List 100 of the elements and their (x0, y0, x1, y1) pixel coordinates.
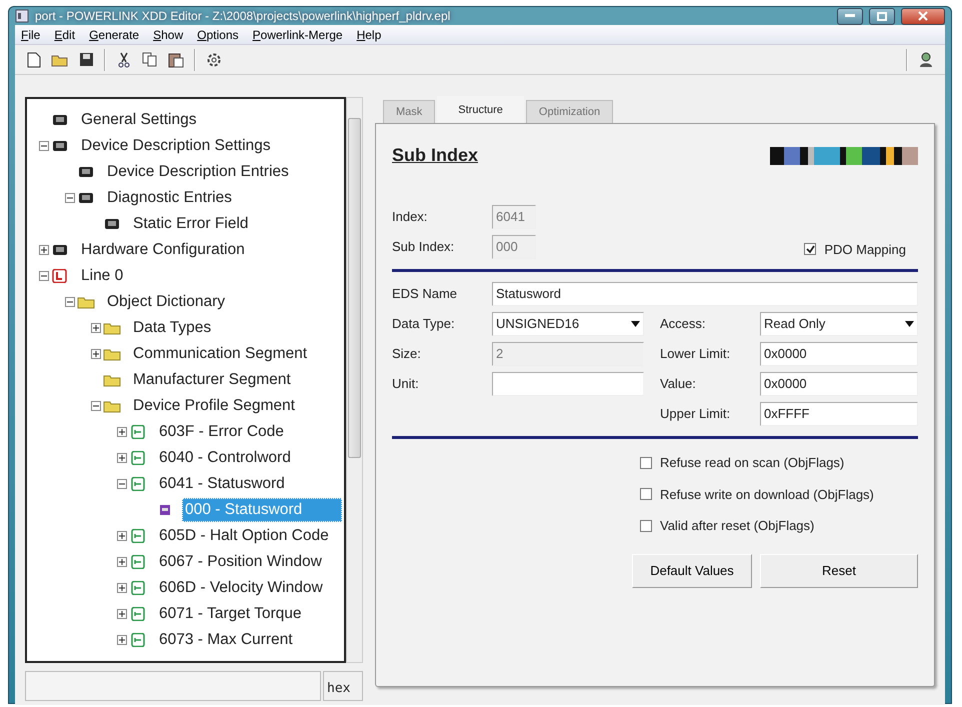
clipboard-icon (168, 52, 184, 68)
menu-item[interactable]: File (21, 26, 40, 43)
input-field[interactable] (492, 372, 644, 396)
dropdown[interactable]: Read Only (760, 312, 918, 336)
checkbox[interactable] (640, 456, 652, 469)
app-icon (15, 9, 29, 23)
object-icon (129, 477, 147, 491)
expander-icon[interactable] (91, 349, 101, 359)
object-icon (129, 607, 147, 621)
tree-item[interactable]: Device Description Settings (78, 134, 342, 158)
expander-icon[interactable] (117, 427, 127, 437)
window-title: port - POWERLINK XDD Editor - Z:\2008\projects\powerlink\highperf_pldrv.epl (35, 8, 452, 25)
tree-item[interactable]: 6040 - Controlword (156, 446, 342, 470)
expander-icon[interactable] (117, 531, 127, 541)
folder-icon (103, 321, 121, 335)
maximize-button[interactable] (869, 8, 895, 24)
folder-icon (103, 399, 121, 413)
menu-item[interactable]: Edit (54, 26, 76, 43)
checkbox[interactable] (640, 488, 652, 500)
field-label: Upper Limit: (660, 405, 732, 424)
input-field[interactable]: 0xFFFF (760, 402, 918, 426)
field-label: Access: (660, 315, 707, 334)
line-icon (51, 269, 69, 283)
checkbox-label: Refuse write on download (ObjFlags) (660, 486, 874, 504)
expander-icon[interactable] (65, 193, 75, 203)
device-icon (51, 139, 69, 153)
input-field[interactable]: 0x0000 (760, 372, 918, 396)
tree-item[interactable]: 6067 - Position Window (156, 550, 342, 574)
checkbox-label: Valid after reset (ObjFlags) (660, 517, 814, 535)
checkbox-label: Refuse read on scan (ObjFlags) (660, 454, 844, 472)
tree-item[interactable]: 6071 - Target Torque (156, 602, 342, 626)
expander-icon[interactable] (117, 583, 127, 593)
field-label: Index: (392, 208, 428, 226)
number-format-indicator: hex (323, 671, 363, 701)
field-label: Unit: (392, 375, 420, 394)
field-label: Value: (660, 375, 697, 394)
menu-item[interactable]: Help (356, 26, 382, 43)
tree-item[interactable]: 6073 - Max Current (156, 628, 342, 652)
scrollbar[interactable] (346, 97, 363, 663)
object-icon (129, 451, 147, 465)
section-heading: Sub Index (392, 144, 478, 167)
folder-icon (51, 52, 69, 66)
tree-item[interactable]: Static Error Field (130, 212, 342, 236)
checkbox[interactable] (640, 520, 652, 532)
expander-icon[interactable] (39, 271, 49, 281)
action-button[interactable]: Default Values (632, 554, 752, 588)
tree-item[interactable]: Device Description Entries (104, 160, 342, 184)
expander-icon[interactable] (91, 323, 101, 333)
tree-item[interactable]: Communication Segment (130, 342, 342, 366)
dropdown[interactable]: UNSIGNED16 (492, 312, 644, 336)
expander-icon[interactable] (117, 609, 127, 619)
field-label: Lower Limit: (660, 345, 732, 364)
menu-item[interactable]: Show (153, 26, 184, 43)
tab[interactable]: Structure (437, 96, 524, 123)
copy-icon (142, 52, 158, 67)
expander-icon[interactable] (117, 479, 127, 489)
scissors-icon (118, 52, 130, 68)
expander-icon[interactable] (117, 453, 127, 463)
tree-item[interactable]: Manufacturer Segment (130, 368, 342, 392)
object-icon (129, 581, 147, 595)
device-icon (103, 217, 121, 231)
tree-item[interactable]: 6041 - Statusword (156, 472, 342, 496)
tree-item[interactable]: Line 0 (78, 264, 342, 288)
tree-item[interactable]: 603F - Error Code (156, 420, 342, 444)
field-label: EDS Name (392, 285, 458, 304)
checkbox[interactable] (804, 243, 816, 256)
menu-item[interactable]: Powerlink-Merge (252, 26, 343, 43)
tree-item[interactable]: 605D - Halt Option Code (156, 524, 342, 548)
dropdown-arrow-icon (631, 321, 640, 327)
tree-item[interactable]: Hardware Configuration (78, 238, 342, 262)
minimize-icon (845, 14, 855, 18)
object-icon (129, 529, 147, 543)
tree-item[interactable]: Device Profile Segment (130, 394, 342, 418)
close-icon (918, 11, 928, 21)
input-field[interactable]: Statusword (492, 282, 918, 306)
input-field[interactable]: 0x0000 (760, 342, 918, 366)
tree-item[interactable]: 606D - Velocity Window (156, 576, 342, 600)
expander-icon[interactable] (65, 297, 75, 307)
menu-item[interactable]: Options (197, 26, 239, 43)
expander-icon[interactable] (39, 141, 49, 151)
minimize-button[interactable] (837, 8, 863, 24)
folder-icon (103, 373, 121, 387)
close-button[interactable] (901, 8, 945, 24)
field-label: Sub Index: (392, 238, 456, 256)
menu-item[interactable]: Generate (89, 26, 140, 43)
folder-icon (103, 347, 121, 361)
tree-item[interactable]: Data Types (130, 316, 342, 340)
tree-item[interactable]: Diagnostic Entries (104, 186, 342, 210)
expander-icon[interactable] (117, 557, 127, 567)
maximize-icon (877, 12, 887, 20)
field-label: Data Type: (392, 315, 456, 334)
page-icon (27, 52, 41, 68)
tree-item[interactable]: Object Dictionary (104, 290, 342, 314)
dropdown-arrow-icon (905, 321, 914, 327)
expander-icon[interactable] (91, 401, 101, 411)
expander-icon[interactable] (39, 245, 49, 255)
expander-icon[interactable] (117, 635, 127, 645)
device-icon (77, 165, 95, 179)
tree-item[interactable]: General Settings (78, 108, 342, 132)
action-button[interactable]: Reset (760, 554, 918, 588)
